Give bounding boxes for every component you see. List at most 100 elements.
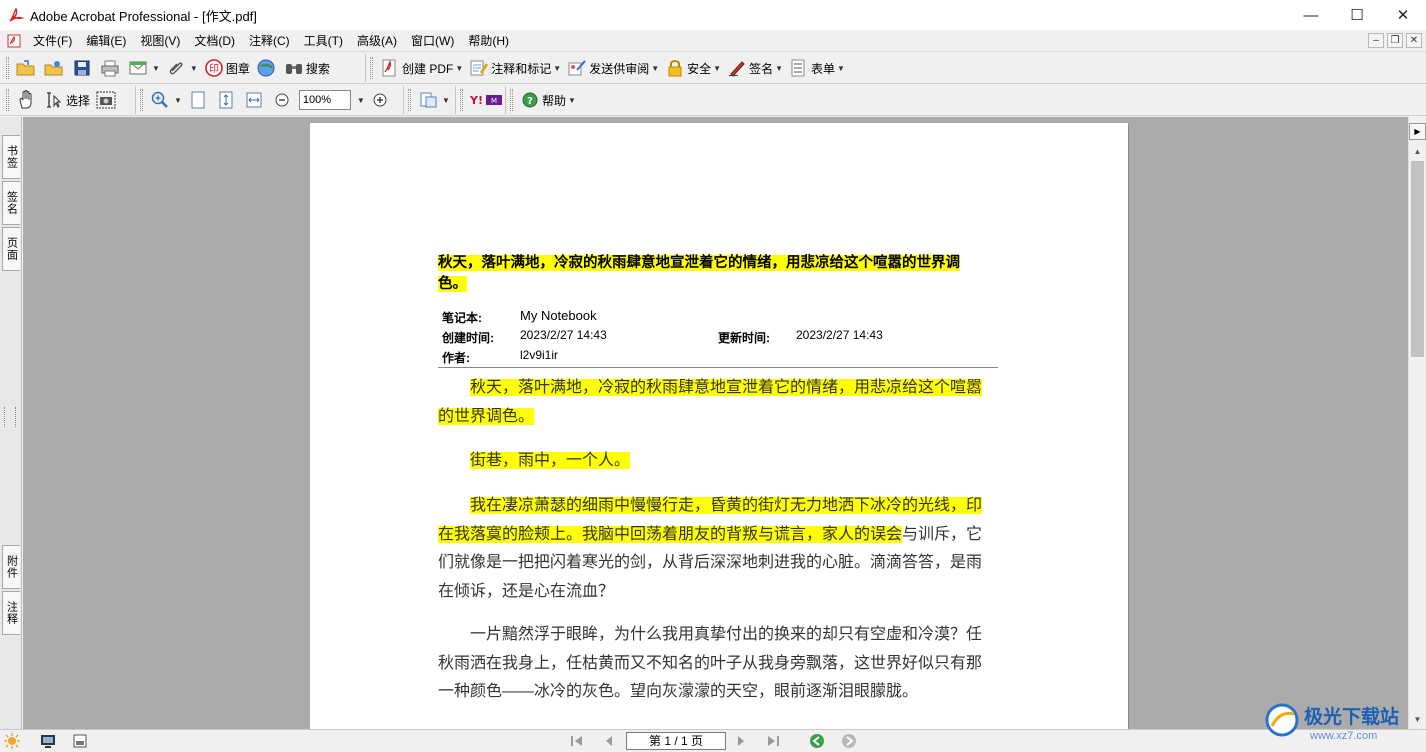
- pane-resize-handle[interactable]: [4, 407, 16, 427]
- zoom-dropdown-button[interactable]: ▼: [353, 88, 367, 112]
- tab-comments[interactable]: 注释: [2, 591, 20, 635]
- tab-pages[interactable]: 页面: [2, 227, 20, 271]
- page-size-icon[interactable]: [72, 733, 88, 749]
- snapshot-button[interactable]: [93, 88, 121, 112]
- pen-sign-icon: [727, 58, 747, 78]
- tab-bookmarks[interactable]: 书签: [2, 135, 20, 179]
- security-button[interactable]: 安全 ▼: [662, 56, 724, 80]
- svg-text:印: 印: [209, 63, 219, 75]
- tab-attachments[interactable]: 附件: [2, 545, 20, 589]
- mdi-restore-button[interactable]: ❐: [1387, 33, 1403, 48]
- comment-markup-button[interactable]: 注释和标记 ▼: [466, 56, 564, 80]
- print-button[interactable]: [97, 56, 125, 80]
- tab-pages-label: 页面: [5, 237, 18, 261]
- mdi-close-button[interactable]: ✕: [1406, 33, 1422, 48]
- fit-width-button[interactable]: [241, 88, 269, 112]
- lock-icon: [665, 58, 685, 78]
- open-button[interactable]: [13, 56, 41, 80]
- menu-comments[interactable]: 注释(C): [242, 30, 297, 52]
- next-page-button[interactable]: [732, 732, 750, 750]
- organizer-button[interactable]: [41, 56, 69, 80]
- meta-updated-value: 2023/2/27 14:43: [796, 328, 883, 342]
- zoom-in-tool-button[interactable]: ▼: [147, 88, 185, 112]
- forms-label: 表单: [811, 61, 836, 76]
- mdi-minimize-button[interactable]: –: [1368, 33, 1384, 48]
- minimize-button[interactable]: —: [1288, 0, 1334, 30]
- toolbar-grip[interactable]: [370, 57, 373, 79]
- menu-edit[interactable]: 编辑(E): [79, 30, 133, 52]
- document-menu-icon[interactable]: [6, 33, 22, 49]
- toolbar-grip[interactable]: [140, 89, 143, 111]
- first-page-button[interactable]: [568, 732, 586, 750]
- scroll-thumb[interactable]: [1411, 161, 1424, 357]
- rotate-view-button[interactable]: ▼: [415, 88, 453, 112]
- acrobat-app-icon: [8, 7, 25, 23]
- help-icon: ?: [520, 90, 540, 110]
- menu-file[interactable]: 文件(F): [26, 30, 79, 52]
- send-review-button[interactable]: 发送供审阅 ▼: [564, 56, 662, 80]
- toolbar-grip[interactable]: [460, 89, 463, 111]
- rotate-tools-group: ▼: [403, 86, 453, 114]
- attach-button[interactable]: ▼: [163, 56, 201, 80]
- tab-signatures[interactable]: 签名: [2, 181, 20, 225]
- yahoo-logo-icon: Y! M: [470, 90, 504, 110]
- svg-text:?: ?: [527, 96, 533, 107]
- camera-icon: [96, 90, 116, 110]
- actual-size-button[interactable]: [185, 88, 213, 112]
- svg-text:Y!: Y!: [470, 94, 483, 107]
- paragraph-1: 秋天，落叶满地，冷寂的秋雨肆意地宣泄着它的情绪，用悲凉给这个喧嚣的世界调色。: [438, 379, 983, 425]
- paperclip-icon: [166, 58, 186, 78]
- hand-icon: [16, 90, 36, 110]
- stamp-label: 图章: [225, 61, 250, 76]
- help-button[interactable]: ? 帮助 ▼: [517, 88, 579, 112]
- previous-view-button[interactable]: [808, 732, 826, 750]
- save-button[interactable]: [69, 56, 97, 80]
- hand-tool-button[interactable]: [13, 88, 41, 112]
- create-pdf-button[interactable]: 创建 PDF ▼: [377, 56, 466, 80]
- maximize-button[interactable]: ☐: [1334, 0, 1380, 30]
- menu-advanced[interactable]: 高级(A): [350, 30, 404, 52]
- meta-author-value: l2v9i1ir: [520, 348, 559, 362]
- meta-updated-label: 更新时间:: [718, 331, 770, 345]
- search-button[interactable]: 搜索: [281, 56, 333, 80]
- pdf-page: 秋天，落叶满地，冷寂的秋雨肆意地宣泄着它的情绪，用悲凉给这个喧嚣的世界调色。 笔…: [310, 123, 1128, 729]
- zoom-in-button[interactable]: [367, 88, 395, 112]
- monitor-icon[interactable]: [40, 733, 56, 749]
- meta-notebook-value: My Notebook: [520, 308, 597, 323]
- web-button[interactable]: [253, 56, 281, 80]
- toolbar-grip[interactable]: [6, 89, 9, 111]
- toolbar-grip[interactable]: [408, 89, 411, 111]
- vertical-scrollbar[interactable]: ▶ ▲ ▼: [1408, 117, 1426, 729]
- zoom-level-input[interactable]: 100%: [298, 90, 351, 110]
- menu-help[interactable]: 帮助(H): [461, 30, 516, 52]
- select-label: 选择: [66, 93, 91, 108]
- yahoo-search-button[interactable]: Y! M: [467, 88, 509, 112]
- toolbar-grip[interactable]: [6, 57, 9, 79]
- zoom-out-button[interactable]: [269, 88, 297, 112]
- fit-page-icon: [216, 90, 236, 110]
- menu-document[interactable]: 文档(D): [187, 30, 242, 52]
- stamp-button[interactable]: 印图章: [201, 56, 253, 80]
- next-view-button[interactable]: [840, 732, 858, 750]
- zoom-tools-group: ▼ 100% ▼: [135, 86, 395, 114]
- chevron-down-icon: ▼: [356, 95, 365, 105]
- email-button[interactable]: ▼: [125, 56, 163, 80]
- page-number-field[interactable]: 第 1 / 1 页: [626, 732, 726, 750]
- scroll-up-button[interactable]: ▲: [1409, 143, 1426, 160]
- fit-page-button[interactable]: [213, 88, 241, 112]
- forms-button[interactable]: 表单 ▼: [786, 56, 848, 80]
- close-button[interactable]: ✕: [1380, 0, 1426, 30]
- menu-tools[interactable]: 工具(T): [297, 30, 350, 52]
- last-page-button[interactable]: [764, 732, 782, 750]
- paragraph-4: 一片黯然浮于眼眸，为什么我用真挚付出的换来的却只有空虚和冷漠？任秋雨洒在我身上，…: [438, 626, 983, 700]
- sign-button[interactable]: 签名 ▼: [724, 56, 786, 80]
- previous-page-button[interactable]: [600, 732, 618, 750]
- menu-window[interactable]: 窗口(W): [404, 30, 461, 52]
- sun-status-icon[interactable]: [3, 733, 21, 749]
- printer-icon: [100, 58, 120, 78]
- toolbar-grip[interactable]: [510, 89, 513, 111]
- pane-expand-button[interactable]: ▶: [1409, 123, 1426, 140]
- menu-view[interactable]: 视图(V): [133, 30, 187, 52]
- select-tool-button[interactable]: 选择: [41, 88, 93, 112]
- document-viewport[interactable]: 秋天，落叶满地，冷寂的秋雨肆意地宣泄着它的情绪，用悲凉给这个喧嚣的世界调色。 笔…: [23, 117, 1408, 729]
